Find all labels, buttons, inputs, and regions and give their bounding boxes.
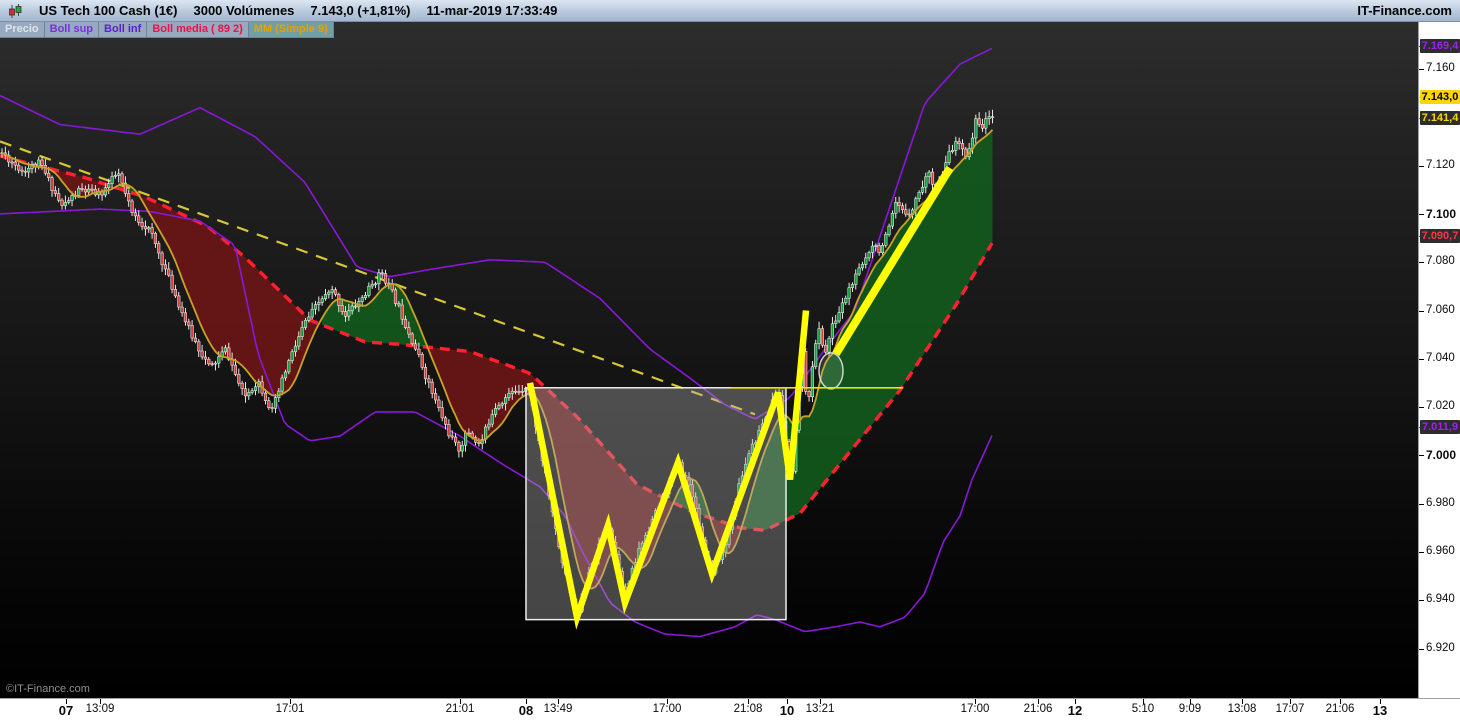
price-tick [1419,358,1424,360]
price-tick-label: 7.120 [1426,158,1455,171]
time-tick-label: 21:01 [445,703,475,715]
price-tick [1419,213,1424,215]
candlestick-icon [8,3,23,19]
price-tick [1419,552,1424,553]
price-tick [1419,648,1424,650]
price-tick-label: 6.940 [1426,593,1455,606]
legend-item-precio[interactable]: Precio [0,22,45,38]
price-tick-label: 6.980 [1426,496,1455,509]
price-tick-label: 6.920 [1426,641,1455,654]
price-tick-label: 7.040 [1426,351,1455,364]
time-tick-label: 17:00 [960,703,990,715]
time-tick-label: 17:07 [1275,703,1305,715]
price-tick-label: 7.060 [1426,303,1455,316]
price-tick [1419,600,1424,602]
price-tick [1419,455,1424,457]
time-tick-label: 9:09 [1178,703,1202,715]
price-tick-label: 7.160 [1426,62,1455,74]
legend-item-boll-inf[interactable]: Boll inf [99,22,148,38]
price-tick [1419,69,1424,70]
chart-background[interactable] [0,22,1418,698]
legend-item-boll-sup[interactable]: Boll sup [44,22,100,38]
price-tick [1419,310,1424,312]
legend-item-boll-media-89-2[interactable]: Boll media ( 89 2) [147,22,249,38]
last-quote: 7.143,0 (+1,81%) [310,3,411,18]
time-tick-label: 12 [1067,703,1083,718]
timeframe-label: 3000 Volúmenes [193,3,295,18]
time-tick-label: 13:21 [805,703,835,715]
price-tick [1419,503,1424,505]
time-tick-label: 13:09 [85,703,115,715]
price-badge: 7.143,0 [1420,90,1460,104]
price-tick [1419,165,1424,167]
time-axis[interactable]: 07 13:09 17:01 21:01 08 13:49 17:00 21:08 10 13:2… [0,698,1460,720]
time-tick-label: 17:00 [652,703,682,715]
price-tick [1419,407,1424,409]
price-tick-label: 6.960 [1426,545,1455,557]
price-badge: 7.169,4 [1420,39,1460,54]
chart-watermark: ©IT-Finance.com [6,683,90,695]
time-tick-label: 13 [1372,703,1388,718]
price-tick-label: 7.000 [1426,448,1457,463]
time-tick-label: 17:01 [275,703,305,715]
price-tick [1419,262,1424,264]
price-badge: 7.141,4 [1420,111,1460,125]
legend-item-mm-simple-9[interactable]: MM (Simple 9) [248,22,334,38]
indicator-legend: Precio Boll sup Boll inf Boll media ( 89 2)… [0,22,334,38]
price-tick-label: 7.080 [1426,255,1455,268]
brand-logo: IT-Finance.com [1357,3,1452,18]
title-bar: US Tech 100 Cash (1€) 3000 Volúmenes 7.1… [0,0,1460,22]
price-tick-label: 7.100 [1426,206,1457,221]
instrument-title: US Tech 100 Cash (1€) [39,3,178,18]
price-axis[interactable]: 7.160 7.120 7.100 7.080 7.060 7.040 7.020 7.000… [1418,22,1460,698]
quote-datetime: 11-mar-2019 17:33:49 [426,3,558,18]
price-badge: 7.090,7 [1420,229,1460,244]
price-badge: 7.011,9 [1420,419,1460,434]
price-tick-label: 7.020 [1426,400,1455,413]
time-tick-label: 13:49 [543,703,573,715]
